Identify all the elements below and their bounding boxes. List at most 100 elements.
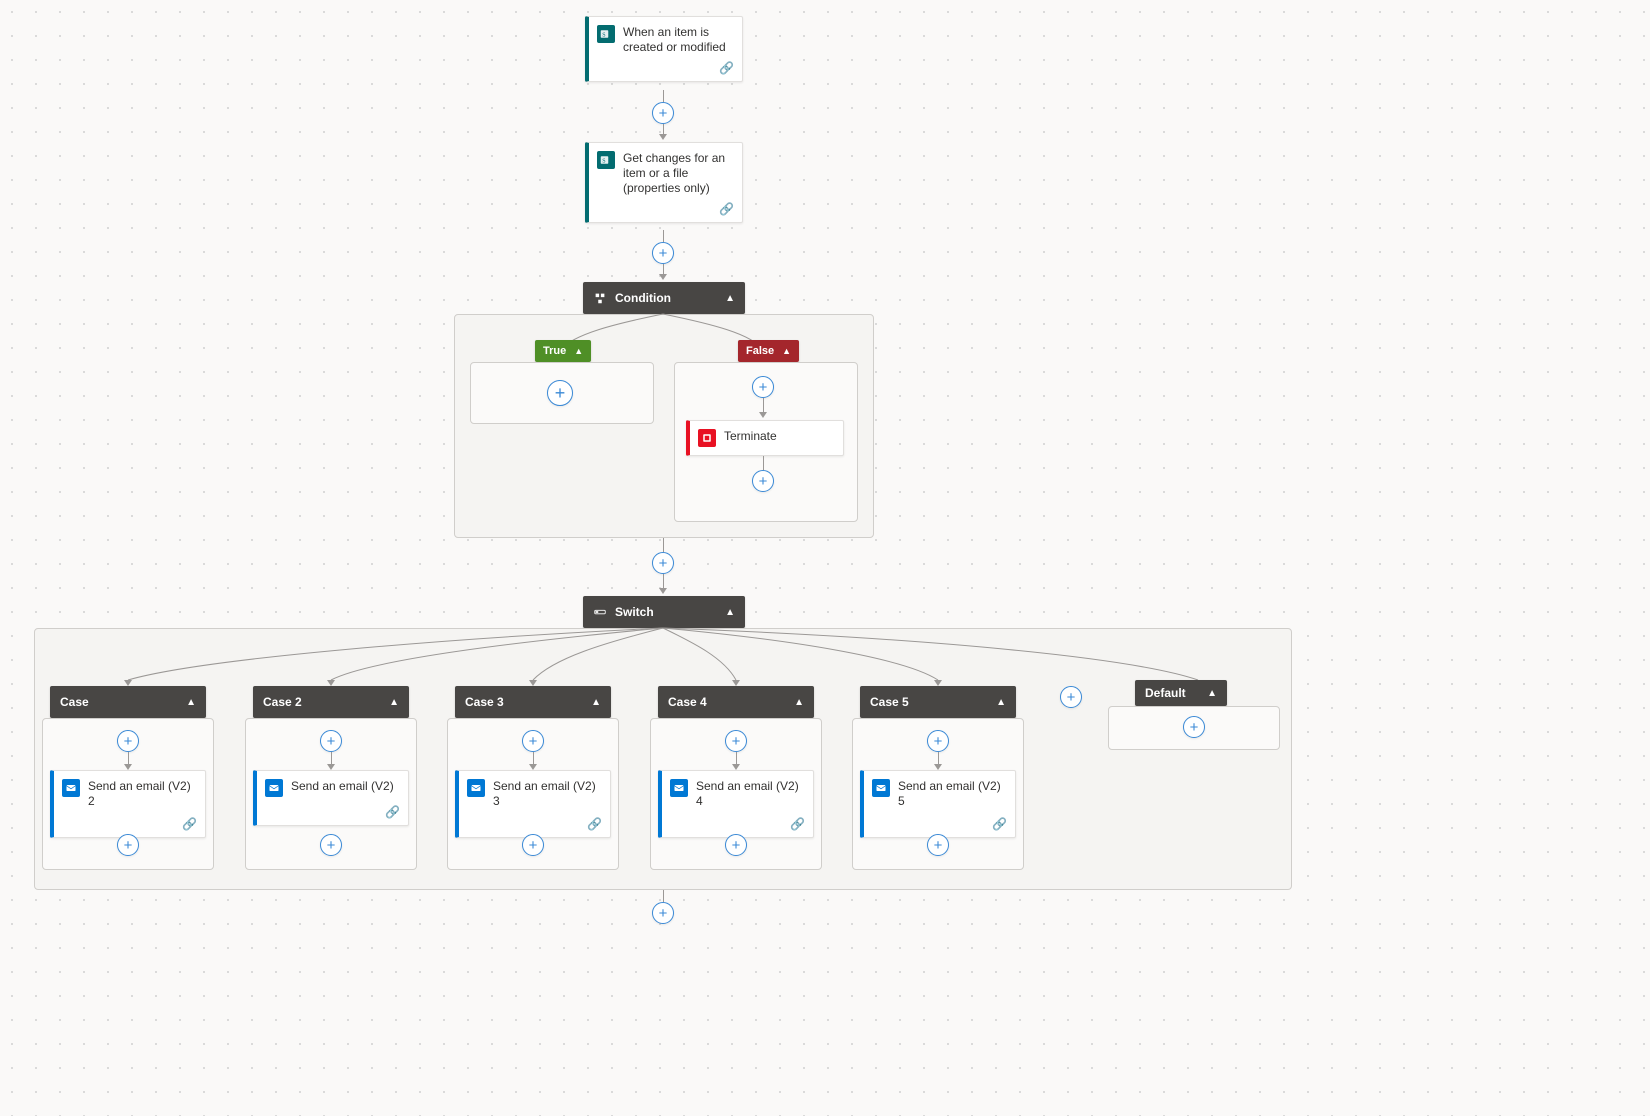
arrow-down-icon xyxy=(659,588,667,594)
outlook-icon xyxy=(872,779,890,797)
action-title: Send an email (V2) 2 xyxy=(88,779,197,809)
get-changes-card[interactable]: S Get changes for an item or a file (pro… xyxy=(585,142,743,223)
true-label: True xyxy=(543,345,566,357)
connection-icon: 🔗 xyxy=(719,61,734,75)
chevron-up-icon: ▲ xyxy=(725,607,735,618)
connection-icon: 🔗 xyxy=(992,817,1007,831)
chevron-up-icon: ▲ xyxy=(186,697,196,708)
connection-icon: 🔗 xyxy=(385,805,400,819)
case-label: Case xyxy=(60,695,186,709)
connector-line xyxy=(663,90,664,102)
chevron-up-icon: ▲ xyxy=(591,697,601,708)
connection-icon: 🔗 xyxy=(587,817,602,831)
add-action-button[interactable]: + xyxy=(1183,716,1205,738)
get-changes-title: Get changes for an item or a file (prope… xyxy=(623,151,732,196)
sharepoint-icon: S xyxy=(597,151,615,169)
send-email-card[interactable]: Send an email (V2) 2 🔗 xyxy=(50,770,206,838)
svg-text:S: S xyxy=(602,158,605,164)
send-email-card[interactable]: Send an email (V2) 3 🔗 xyxy=(455,770,611,838)
arrow-down-icon xyxy=(659,274,667,280)
connector-line xyxy=(663,230,664,242)
action-title: Send an email (V2) 5 xyxy=(898,779,1007,809)
chevron-up-icon: ▲ xyxy=(782,346,791,356)
add-step-button[interactable]: + xyxy=(652,102,674,124)
terminate-icon xyxy=(698,429,716,447)
switch-icon xyxy=(593,605,607,619)
outlook-icon xyxy=(62,779,80,797)
connection-icon: 🔗 xyxy=(790,817,805,831)
connector-line xyxy=(663,538,664,552)
terminate-title: Terminate xyxy=(724,429,777,444)
default-header[interactable]: Default ▲ xyxy=(1135,680,1227,706)
default-label: Default xyxy=(1145,686,1207,700)
connector-line xyxy=(763,398,764,412)
connector-line xyxy=(663,890,664,902)
chevron-up-icon: ▲ xyxy=(389,697,399,708)
chevron-up-icon: ▲ xyxy=(574,346,583,356)
connector-line xyxy=(663,124,664,134)
arrow-down-icon xyxy=(659,134,667,140)
add-action-button[interactable]: + xyxy=(752,470,774,492)
connector-line xyxy=(533,752,534,764)
switch-header[interactable]: Switch ▲ xyxy=(583,596,745,628)
connector-line xyxy=(763,456,764,470)
switch-title: Switch xyxy=(615,605,725,619)
svg-text:S: S xyxy=(602,32,605,38)
add-action-button[interactable]: + xyxy=(752,376,774,398)
connector-line xyxy=(663,264,664,274)
send-email-card[interactable]: Send an email (V2) 🔗 xyxy=(253,770,409,826)
add-action-button[interactable]: + xyxy=(522,730,544,752)
connector-line xyxy=(331,752,332,764)
add-action-button[interactable]: + xyxy=(522,834,544,856)
connector-line xyxy=(128,752,129,764)
chevron-up-icon: ▲ xyxy=(725,293,735,304)
arrow-down-icon xyxy=(759,412,767,418)
case-label: Case 3 xyxy=(465,695,591,709)
chevron-up-icon: ▲ xyxy=(794,697,804,708)
trigger-card[interactable]: S When an item is created or modified 🔗 xyxy=(585,16,743,82)
case-header[interactable]: Case 3 ▲ xyxy=(455,686,611,718)
trigger-title: When an item is created or modified xyxy=(623,25,732,55)
case-header[interactable]: Case 4 ▲ xyxy=(658,686,814,718)
add-action-button[interactable]: + xyxy=(117,730,139,752)
outlook-icon xyxy=(467,779,485,797)
connection-icon: 🔗 xyxy=(719,202,734,216)
add-step-button[interactable]: + xyxy=(652,242,674,264)
case-label: Case 4 xyxy=(668,695,794,709)
add-case-button[interactable]: + xyxy=(1060,686,1082,708)
connector-line xyxy=(663,574,664,588)
connector-line xyxy=(938,752,939,764)
false-label: False xyxy=(746,345,774,357)
true-badge[interactable]: True ▲ xyxy=(535,340,591,362)
terminate-card[interactable]: Terminate xyxy=(686,420,844,456)
add-action-button[interactable]: + xyxy=(320,834,342,856)
false-badge[interactable]: False ▲ xyxy=(738,340,799,362)
add-action-button[interactable]: + xyxy=(547,380,573,406)
send-email-card[interactable]: Send an email (V2) 5 🔗 xyxy=(860,770,1016,838)
add-action-button[interactable]: + xyxy=(117,834,139,856)
condition-header[interactable]: Condition ▲ xyxy=(583,282,745,314)
add-action-button[interactable]: + xyxy=(927,834,949,856)
add-action-button[interactable]: + xyxy=(725,730,747,752)
action-title: Send an email (V2) 3 xyxy=(493,779,602,809)
add-action-button[interactable]: + xyxy=(927,730,949,752)
add-action-button[interactable]: + xyxy=(725,834,747,856)
outlook-icon xyxy=(265,779,283,797)
send-email-card[interactable]: Send an email (V2) 4 🔗 xyxy=(658,770,814,838)
case-label: Case 2 xyxy=(263,695,389,709)
case-header[interactable]: Case 2 ▲ xyxy=(253,686,409,718)
case-header[interactable]: Case 5 ▲ xyxy=(860,686,1016,718)
add-step-button[interactable]: + xyxy=(652,552,674,574)
connector-line xyxy=(736,752,737,764)
condition-icon xyxy=(593,291,607,305)
action-title: Send an email (V2) 4 xyxy=(696,779,805,809)
chevron-up-icon: ▲ xyxy=(1207,688,1217,699)
outlook-icon xyxy=(670,779,688,797)
condition-title: Condition xyxy=(615,291,725,305)
chevron-up-icon: ▲ xyxy=(996,697,1006,708)
case-header[interactable]: Case ▲ xyxy=(50,686,206,718)
add-step-button[interactable]: + xyxy=(652,902,674,924)
connection-icon: 🔗 xyxy=(182,817,197,831)
action-title: Send an email (V2) xyxy=(291,779,394,794)
add-action-button[interactable]: + xyxy=(320,730,342,752)
